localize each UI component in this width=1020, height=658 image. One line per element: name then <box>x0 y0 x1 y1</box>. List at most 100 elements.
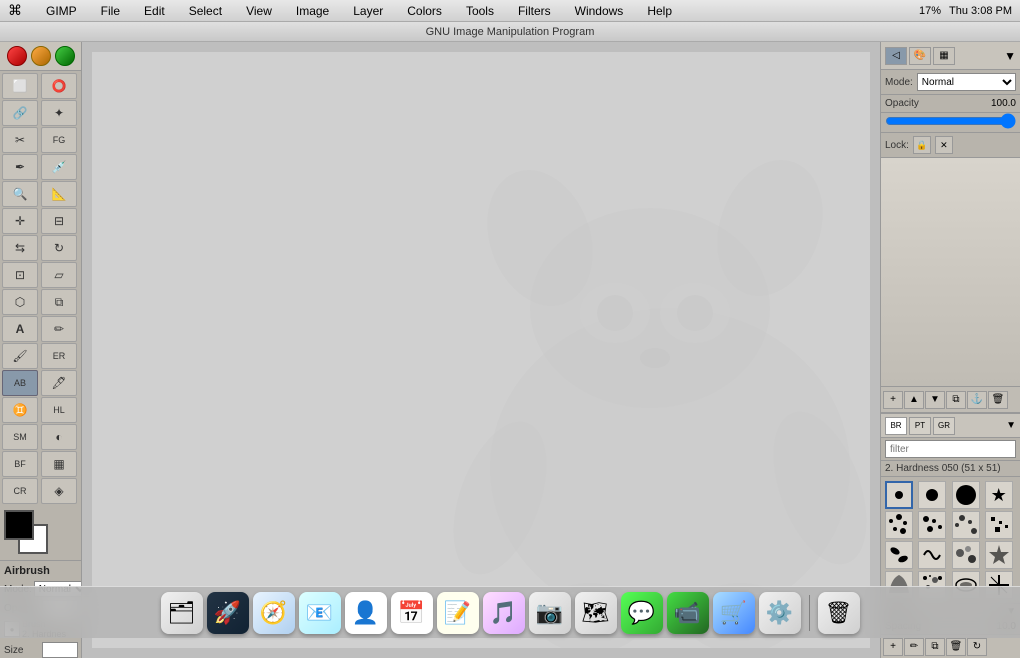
tool-bucket-fill[interactable]: BF <box>2 451 38 477</box>
tool-scale[interactable]: ⊡ <box>2 262 38 288</box>
dock-notes[interactable]: 📝 <box>437 592 479 634</box>
dock-appstore[interactable]: 🛒 <box>713 592 755 634</box>
menu-windows[interactable]: Windows <box>571 2 628 20</box>
tool-perspective[interactable]: ⬡ <box>2 289 38 315</box>
dock-launchpad[interactable]: 🚀 <box>207 592 249 634</box>
apple-menu[interactable]: ⌘ <box>8 2 22 19</box>
brushes-filter-input[interactable] <box>885 440 1016 458</box>
maximize-button[interactable] <box>55 46 75 66</box>
duplicate-layer-button[interactable]: ⧉ <box>946 391 966 409</box>
delete-layer-button[interactable]: 🗑 <box>988 391 1008 409</box>
menu-filters[interactable]: Filters <box>514 2 555 20</box>
tool-blend[interactable]: ▦ <box>41 451 77 477</box>
tool-extra[interactable]: ◈ <box>41 478 77 504</box>
canvas[interactable] <box>92 52 870 648</box>
tool-airbrush[interactable]: AB <box>2 370 38 396</box>
dock-mail[interactable]: 📧 <box>299 592 341 634</box>
canvas-area[interactable] <box>82 42 880 658</box>
tool-smudge[interactable]: SM <box>2 424 38 450</box>
minimize-button[interactable] <box>31 46 51 66</box>
dock-messages[interactable]: 💬 <box>621 592 663 634</box>
menu-gimp[interactable]: GIMP <box>42 2 81 20</box>
opacity-slider[interactable] <box>885 115 1016 127</box>
dock-safari[interactable]: 🧭 <box>253 592 295 634</box>
menu-layer[interactable]: Layer <box>349 2 387 20</box>
history-tab-button[interactable]: ◁ <box>885 47 907 65</box>
tool-move[interactable]: ✛ <box>2 208 38 234</box>
dock-itunes[interactable]: 🎵 <box>483 592 525 634</box>
brush-star-shape[interactable]: ★ <box>985 481 1013 509</box>
brushes-tab-button[interactable]: BR <box>885 417 907 435</box>
duplicate-brush-button[interactable]: ⧉ <box>925 638 945 656</box>
dock-facetime[interactable]: 📹 <box>667 592 709 634</box>
tool-scissors[interactable]: ✂ <box>2 127 38 153</box>
tool-fuzzy-select[interactable]: ✦ <box>41 100 77 126</box>
brush-hardness-025[interactable] <box>918 481 946 509</box>
dock-contacts[interactable]: 👤 <box>345 592 387 634</box>
refresh-brushes-button[interactable]: ↻ <box>967 638 987 656</box>
tool-shear[interactable]: ▱ <box>41 262 77 288</box>
close-button[interactable] <box>7 46 27 66</box>
tool-color-replace[interactable]: CR <box>2 478 38 504</box>
lock-position-button[interactable]: ✕ <box>935 136 953 154</box>
brush-scatter-6[interactable] <box>918 541 946 569</box>
menu-edit[interactable]: Edit <box>140 2 169 20</box>
tool-rotate[interactable]: ↻ <box>41 235 77 261</box>
brush-hardness-050[interactable] <box>952 481 980 509</box>
tool-ellipse-select[interactable]: ⭕ <box>41 73 77 99</box>
brush-scatter-1[interactable] <box>885 511 913 539</box>
tool-eraser[interactable]: ER <box>41 343 77 369</box>
menu-help[interactable]: Help <box>643 2 676 20</box>
layer-mode-select[interactable]: Normal <box>917 73 1016 91</box>
panel-menu-button[interactable]: ▼ <box>1004 49 1016 63</box>
foreground-color-swatch[interactable] <box>4 510 34 540</box>
tool-text[interactable]: A <box>2 316 38 342</box>
tool-ink[interactable]: 🖋 <box>41 370 77 396</box>
menu-tools[interactable]: Tools <box>462 2 498 20</box>
tool-pencil[interactable]: ✏ <box>41 316 77 342</box>
dock-maps[interactable]: 🗺 <box>575 592 617 634</box>
dock-photos[interactable]: 📷 <box>529 592 571 634</box>
brush-scatter-2[interactable] <box>918 511 946 539</box>
raise-layer-button[interactable]: ▲ <box>904 391 924 409</box>
brush-scatter-5[interactable] <box>885 541 913 569</box>
tool-transform[interactable]: ⧉ <box>41 289 77 315</box>
anchor-layer-button[interactable]: ⚓ <box>967 391 987 409</box>
lock-pixels-button[interactable]: 🔒 <box>913 136 931 154</box>
dock-trash[interactable]: 🗑 <box>818 592 860 634</box>
tool-paintbrush[interactable]: 🖌 <box>2 343 38 369</box>
tool-clone[interactable]: ♊ <box>2 397 38 423</box>
brush-scatter-4[interactable] <box>985 511 1013 539</box>
edit-brush-button[interactable]: ✏ <box>904 638 924 656</box>
dock-finder[interactable]: 🗂 <box>161 592 203 634</box>
menu-image[interactable]: Image <box>292 2 333 20</box>
tool-rect-select[interactable]: ⬜ <box>2 73 38 99</box>
tool-align[interactable]: ⊟ <box>41 208 77 234</box>
patterns-tab-button[interactable]: ▦ <box>933 47 955 65</box>
delete-brush-button[interactable]: 🗑 <box>946 638 966 656</box>
tool-free-select[interactable]: 🔗 <box>2 100 38 126</box>
dock-system-prefs[interactable]: ⚙️ <box>759 592 801 634</box>
colors-tab-button[interactable]: 🎨 <box>909 47 931 65</box>
brush-hardness-010[interactable] <box>885 481 913 509</box>
tool-measure[interactable]: 📐 <box>41 181 77 207</box>
menu-select[interactable]: Select <box>185 2 226 20</box>
tool-zoom[interactable]: 🔍 <box>2 181 38 207</box>
brush-scatter-7[interactable] <box>952 541 980 569</box>
menu-colors[interactable]: Colors <box>403 2 446 20</box>
new-brush-button[interactable]: + <box>883 638 903 656</box>
tool-paths[interactable]: ✒ <box>2 154 38 180</box>
lower-layer-button[interactable]: ▼ <box>925 391 945 409</box>
brush-scatter-3[interactable] <box>952 511 980 539</box>
patterns-tab2-button[interactable]: PT <box>909 417 931 435</box>
tool-color-picker[interactable]: 💉 <box>41 154 77 180</box>
size-input[interactable]: 20.00 <box>42 642 78 658</box>
menu-view[interactable]: View <box>242 2 276 20</box>
brushes-menu-button[interactable]: ▼ <box>1006 420 1016 431</box>
gradients-tab-button[interactable]: GR <box>933 417 955 435</box>
menu-file[interactable]: File <box>97 2 124 20</box>
tool-fg-select[interactable]: FG <box>41 127 77 153</box>
tool-flip[interactable]: ⇆ <box>2 235 38 261</box>
dock-calendar[interactable]: 📅 <box>391 592 433 634</box>
tool-dodge-burn[interactable]: ◐ <box>41 424 77 450</box>
